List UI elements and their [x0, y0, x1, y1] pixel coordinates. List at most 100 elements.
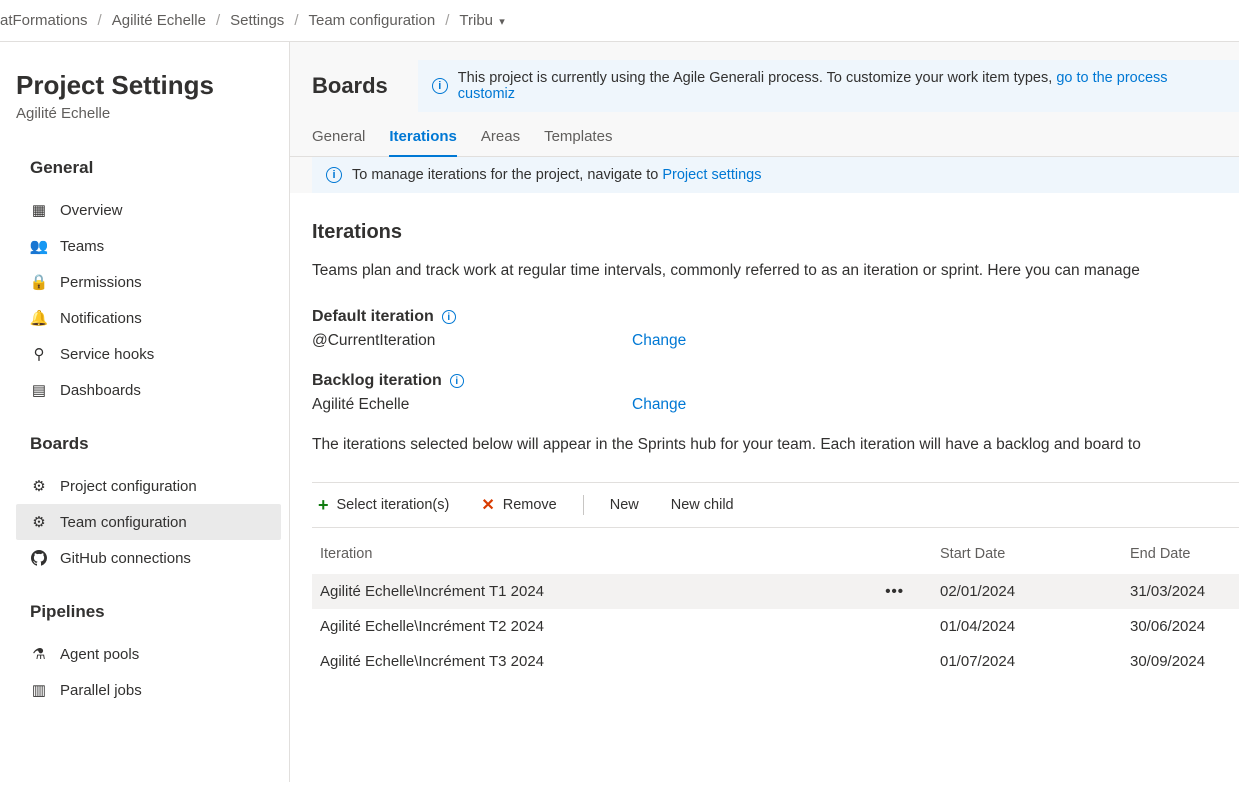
page-title: Project Settings	[16, 70, 289, 101]
manage-banner-text: To manage iterations for the project, na…	[352, 167, 662, 183]
sidebar-item-service-hooks[interactable]: ⚲ Service hooks	[16, 336, 281, 372]
change-default-iteration-link[interactable]: Change	[632, 332, 686, 350]
sidebar-item-label: Team configuration	[60, 514, 187, 531]
sidebar-item-github-connections[interactable]: GitHub connections	[16, 540, 281, 576]
sidebar-item-notifications[interactable]: 🔔Notifications	[16, 300, 281, 336]
sidebar-item-teams[interactable]: 👥 Teams	[16, 228, 281, 264]
breadcrumb-item[interactable]: Settings	[230, 12, 284, 29]
sidebar-item-label: Project configuration	[60, 478, 197, 495]
backlog-iteration-label: Backlog iteration i	[312, 372, 1239, 390]
gear-icon: ⚙	[30, 477, 48, 495]
col-end-date[interactable]: End Date	[1122, 532, 1239, 574]
new-child-button[interactable]: New child	[665, 497, 740, 513]
new-child-label: New child	[671, 497, 734, 513]
sidebar-item-project-configuration[interactable]: ⚙ Project configuration	[16, 468, 281, 504]
breadcrumb-item[interactable]: Team configuration	[308, 12, 435, 29]
breadcrumb-separator: /	[445, 12, 449, 29]
main-content: Boards i This project is currently using…	[290, 42, 1239, 782]
sidebar-item-agent-pools[interactable]: ⚗ Agent pools	[16, 636, 281, 672]
sidebar-item-label: GitHub connections	[60, 550, 191, 567]
chevron-down-icon: ▾	[499, 16, 505, 28]
breadcrumb-item[interactable]: Tribu ▾	[459, 12, 504, 29]
backlog-iteration-value: Agilité Echelle	[312, 396, 452, 414]
select-iterations-label: Select iteration(s)	[337, 497, 450, 513]
tab-areas[interactable]: Areas	[481, 128, 520, 156]
toolbar-separator	[583, 495, 584, 515]
project-settings-link[interactable]: Project settings	[662, 167, 761, 183]
col-start-date[interactable]: Start Date	[932, 532, 1122, 574]
plug-icon: ⚲	[30, 345, 48, 363]
table-row[interactable]: Agilité Echelle\Incrément T2 2024 01/04/…	[312, 609, 1239, 644]
info-icon[interactable]: i	[442, 310, 456, 324]
iteration-start: 01/04/2024	[932, 609, 1122, 644]
info-icon: i	[432, 78, 448, 94]
sidebar-item-label: Notifications	[60, 310, 142, 327]
sidebar-item-label: Dashboards	[60, 382, 141, 399]
sidebar-item-label: Permissions	[60, 274, 142, 291]
default-iteration-label-text: Default iteration	[312, 308, 434, 326]
github-icon	[30, 549, 48, 567]
lock-icon: 🔒	[30, 273, 48, 291]
select-iterations-button[interactable]: + Select iteration(s)	[312, 496, 455, 514]
new-button[interactable]: New	[604, 497, 645, 513]
breadcrumb-item-label: Tribu	[459, 12, 493, 29]
iteration-start: 02/01/2024	[932, 574, 1122, 609]
breadcrumb-item[interactable]: Agilité Echelle	[112, 12, 206, 29]
section-title: Iterations	[312, 221, 1239, 244]
manage-iterations-banner: i To manage iterations for the project, …	[312, 157, 1239, 193]
iteration-name: Agilité Echelle\Incrément T3 2024	[312, 644, 932, 679]
breadcrumb-separator: /	[98, 12, 102, 29]
sidebar-item-label: Teams	[60, 238, 104, 255]
team-gear-icon: ⚙	[30, 513, 48, 531]
flask-icon: ⚗	[30, 645, 48, 663]
tab-general[interactable]: General	[312, 128, 365, 156]
info-icon[interactable]: i	[450, 374, 464, 388]
people-icon: 👥	[30, 237, 48, 255]
info-icon: i	[326, 167, 342, 183]
grid-icon: ▦	[30, 201, 48, 219]
x-icon: ✕	[481, 495, 494, 515]
new-label: New	[610, 497, 639, 513]
table-row[interactable]: Agilité Echelle\Incrément T3 2024 01/07/…	[312, 644, 1239, 679]
dashboard-icon: ▤	[30, 381, 48, 399]
table-row[interactable]: Agilité Echelle\Incrément T1 2024••• 02/…	[312, 574, 1239, 609]
sidebar: Project Settings Agilité Echelle General…	[0, 42, 290, 782]
plus-icon: +	[318, 496, 329, 514]
sidebar-item-team-configuration[interactable]: ⚙ Team configuration	[16, 504, 281, 540]
tab-templates[interactable]: Templates	[544, 128, 612, 156]
iteration-start: 01/07/2024	[932, 644, 1122, 679]
main-header: Boards	[312, 73, 388, 99]
remove-label: Remove	[503, 497, 557, 513]
col-iteration[interactable]: Iteration	[312, 532, 932, 574]
sprints-description: The iterations selected below will appea…	[312, 436, 1239, 454]
page-subtitle: Agilité Echelle	[16, 105, 289, 122]
section-description: Teams plan and track work at regular tim…	[312, 262, 1239, 280]
iteration-toolbar: + Select iteration(s) ✕ Remove New New c…	[312, 482, 1239, 528]
sidebar-item-dashboards[interactable]: ▤ Dashboards	[16, 372, 281, 408]
iteration-end: 31/03/2024	[1122, 574, 1239, 609]
breadcrumb-item[interactable]: atFormations	[0, 12, 88, 29]
tab-iterations[interactable]: Iterations	[389, 128, 457, 157]
parallel-icon: ▥	[30, 681, 48, 699]
default-iteration-label: Default iteration i	[312, 308, 1239, 326]
iteration-end: 30/06/2024	[1122, 609, 1239, 644]
process-info-banner: i This project is currently using the Ag…	[418, 60, 1239, 112]
remove-button[interactable]: ✕ Remove	[475, 495, 562, 515]
default-iteration-value: @CurrentIteration	[312, 332, 452, 350]
iteration-end: 30/09/2024	[1122, 644, 1239, 679]
sidebar-item-permissions[interactable]: 🔒 Permissions	[16, 264, 281, 300]
sidebar-item-label: Agent pools	[60, 646, 139, 663]
iterations-table: Iteration Start Date End Date Agilité Ec…	[312, 532, 1239, 679]
sidebar-group-boards: Boards	[30, 434, 289, 454]
process-banner-text: This project is currently using the Agil…	[458, 70, 1057, 86]
sidebar-item-overview[interactable]: ▦ Overview	[16, 192, 281, 228]
sidebar-item-label: Service hooks	[60, 346, 154, 363]
backlog-iteration-label-text: Backlog iteration	[312, 372, 442, 390]
more-actions-icon[interactable]: •••	[885, 583, 904, 600]
sidebar-item-parallel-jobs[interactable]: ▥Parallel jobs	[16, 672, 281, 708]
sidebar-item-label: Overview	[60, 202, 123, 219]
iteration-name: Agilité Echelle\Incrément T2 2024	[312, 609, 932, 644]
breadcrumb: atFormations / Agilité Echelle / Setting…	[0, 0, 1239, 42]
change-backlog-iteration-link[interactable]: Change	[632, 396, 686, 414]
sidebar-group-pipelines: Pipelines	[30, 602, 289, 622]
